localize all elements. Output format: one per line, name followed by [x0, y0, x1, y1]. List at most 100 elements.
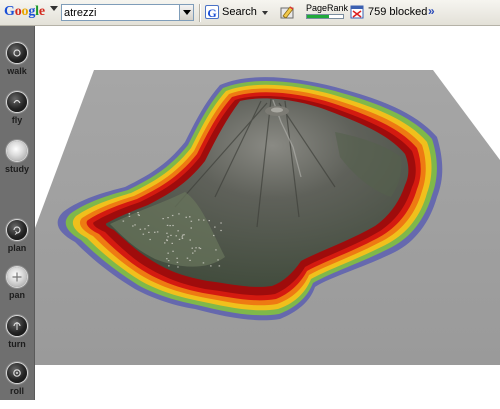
search-input[interactable]	[64, 5, 176, 20]
building-speck	[190, 220, 193, 222]
google-search-icon[interactable]: G	[205, 5, 219, 20]
building-speck	[195, 247, 197, 249]
building-speck	[134, 224, 136, 226]
building-speck	[181, 236, 183, 238]
search-combo[interactable]	[61, 4, 194, 21]
building-speck	[189, 216, 191, 218]
building-speck	[132, 225, 134, 227]
building-speck	[171, 242, 173, 244]
building-speck	[137, 212, 139, 214]
building-speck	[177, 230, 179, 232]
building-speck	[167, 217, 169, 219]
building-speck	[217, 259, 219, 261]
terrain-viewport[interactable]	[35, 27, 500, 400]
building-speck	[177, 266, 179, 268]
roll-icon	[7, 363, 27, 383]
building-speck	[210, 265, 212, 267]
search-options-arrow-icon[interactable]	[262, 11, 268, 15]
search-button[interactable]: Search	[222, 6, 257, 18]
building-speck	[139, 228, 142, 230]
building-speck	[172, 250, 174, 252]
building-speck	[149, 238, 151, 241]
building-speck	[181, 234, 184, 236]
volcano-terrain-render	[35, 70, 500, 365]
turn-icon	[7, 316, 27, 336]
building-speck	[137, 214, 140, 216]
pagerank-bar[interactable]	[306, 14, 344, 19]
building-speck	[213, 234, 215, 237]
building-speck	[122, 220, 125, 222]
chevron-down-icon	[183, 10, 191, 15]
nav-item-fly[interactable]: fly	[0, 92, 34, 138]
building-speck	[156, 231, 159, 233]
nav-item-pan[interactable]: pan	[0, 267, 34, 313]
nav-item-walk[interactable]: walk	[0, 43, 34, 89]
building-speck	[148, 231, 150, 233]
building-speck	[194, 250, 196, 252]
building-speck	[142, 233, 145, 235]
building-speck	[214, 226, 216, 228]
nav-item-plan[interactable]: plan	[0, 220, 34, 266]
building-speck	[181, 237, 184, 239]
building-speck	[220, 229, 222, 232]
building-speck	[144, 228, 146, 230]
building-speck	[185, 216, 187, 218]
nav-label: turn	[8, 339, 26, 349]
building-speck	[168, 265, 170, 267]
pagerank-fill	[307, 15, 329, 18]
google-toolbar: Google G Search PageRank 759 blocked »	[0, 0, 500, 26]
building-speck	[172, 224, 174, 227]
building-speck	[220, 222, 222, 224]
building-speck	[189, 259, 191, 261]
building-speck	[166, 258, 168, 260]
building-speck	[192, 252, 194, 254]
more-buttons-chevron-icon[interactable]: »	[428, 4, 435, 18]
building-speck	[189, 239, 191, 241]
building-speck	[186, 257, 189, 259]
plan-icon	[7, 220, 27, 240]
nav-label: walk	[7, 66, 27, 76]
nav-label: pan	[8, 290, 25, 300]
study-icon	[7, 141, 27, 161]
nav-item-roll[interactable]: roll	[0, 363, 34, 409]
building-speck	[176, 261, 179, 263]
highlight-icon[interactable]	[280, 5, 295, 20]
nav-label: study	[4, 164, 29, 174]
building-speck	[170, 234, 172, 236]
building-speck	[164, 242, 166, 244]
building-speck	[171, 214, 174, 217]
building-speck	[166, 239, 168, 241]
building-speck	[198, 219, 200, 221]
building-speck	[128, 213, 131, 215]
nav-label: fly	[11, 115, 23, 125]
building-speck	[203, 219, 205, 221]
building-speck	[169, 225, 171, 227]
nav-label: plan	[7, 243, 27, 253]
building-speck	[208, 220, 210, 222]
navigation-sidebar: walk fly study plan pan turn roll	[0, 26, 35, 400]
nav-label: roll	[9, 386, 24, 396]
building-speck	[191, 247, 193, 249]
building-speck	[162, 218, 164, 220]
google-logo[interactable]: Google	[4, 4, 45, 20]
fly-icon	[7, 92, 27, 112]
building-speck	[147, 225, 150, 227]
building-speck	[202, 262, 205, 264]
building-speck	[176, 257, 178, 259]
building-speck	[167, 236, 169, 238]
building-speck	[166, 224, 169, 226]
building-speck	[198, 247, 200, 249]
logo-menu-arrow-icon[interactable]	[50, 6, 58, 11]
nav-item-study[interactable]: study	[0, 141, 34, 187]
popup-blocker-icon[interactable]	[350, 5, 364, 19]
nav-item-turn[interactable]: turn	[0, 316, 34, 362]
pagerank-label: PageRank	[306, 3, 349, 13]
pan-icon	[7, 267, 27, 287]
building-speck	[218, 265, 221, 267]
building-speck	[154, 231, 156, 233]
toolbar-separator	[199, 4, 201, 22]
blocked-count[interactable]: 759 blocked	[368, 6, 427, 18]
search-history-dropdown-button[interactable]	[179, 5, 193, 20]
building-speck	[167, 260, 170, 262]
building-speck	[167, 252, 169, 254]
